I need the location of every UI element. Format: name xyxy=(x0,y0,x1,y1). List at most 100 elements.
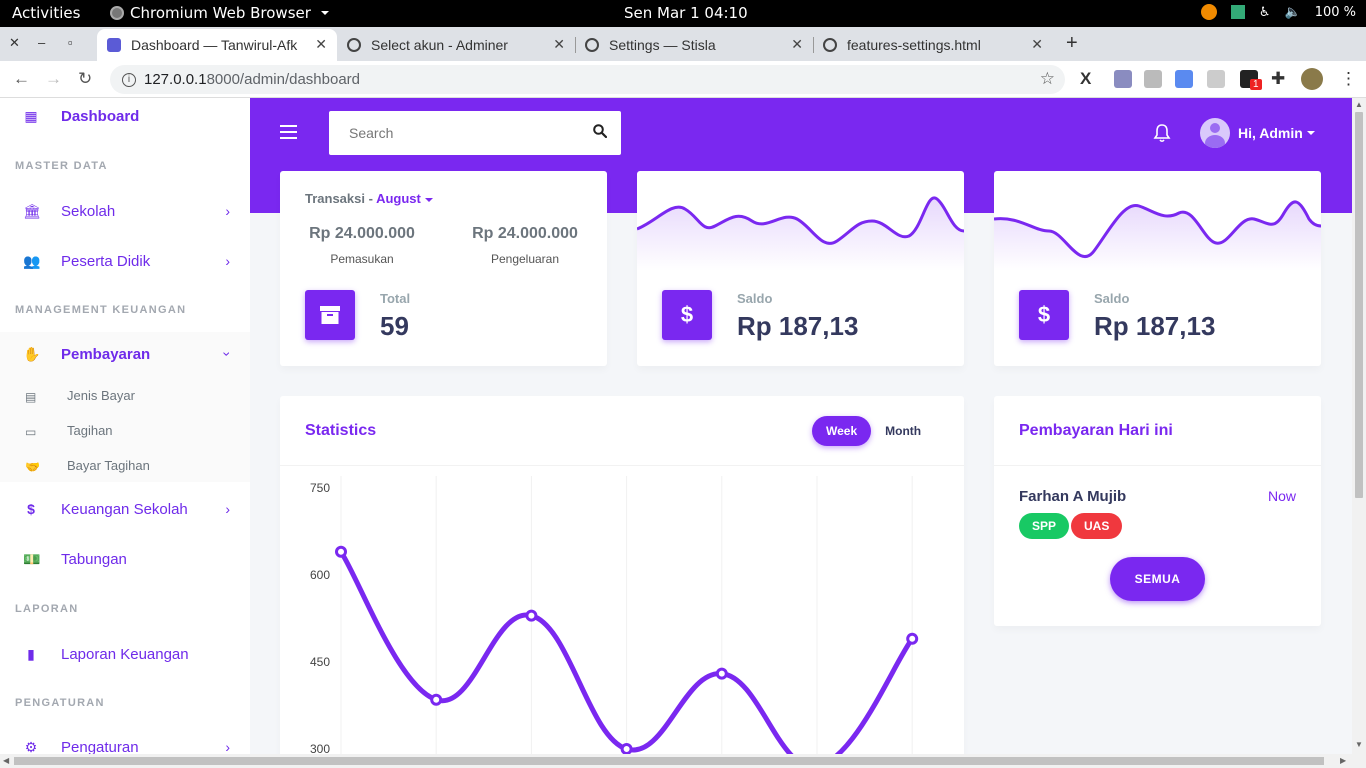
tab-title: Dashboard — Tanwirul-Afk xyxy=(131,37,298,53)
pembayaran-title: Pembayaran Hari ini xyxy=(1019,422,1173,439)
payer-name: Farhan A Mujib xyxy=(1019,488,1127,505)
pembayaran-hari-ini-card: Pembayaran Hari ini Farhan A Mujib Now S… xyxy=(994,396,1321,626)
scroll-left-arrow-icon[interactable]: ◀ xyxy=(3,756,9,765)
chart-data-point[interactable] xyxy=(715,667,728,680)
period-toggle: Week Month xyxy=(812,416,935,446)
accessibility-icon[interactable]: ♿ xyxy=(1259,5,1271,20)
tab-adminer[interactable]: Select akun - Adminer ✕ xyxy=(337,29,575,61)
sidebar-item-label: Laporan Keuangan xyxy=(61,645,189,663)
tab-stisla-settings[interactable]: Settings — Stisla ✕ xyxy=(575,29,813,61)
horizontal-scrollbar[interactable]: ◀ ▶ xyxy=(0,754,1366,768)
volume-icon[interactable]: 🔈 xyxy=(1285,5,1301,20)
total-label: Total xyxy=(380,291,411,306)
forward-arrow-icon[interactable]: → xyxy=(45,69,62,89)
media-play-icon[interactable] xyxy=(1200,4,1217,20)
dashboard-grid-icon: ▦ xyxy=(24,108,38,124)
sidebar-subitem-label: Tagihan xyxy=(67,423,113,438)
card-divider xyxy=(994,465,1321,466)
chart-data-point[interactable] xyxy=(525,609,538,622)
close-window-icon[interactable]: ✕ xyxy=(9,35,20,51)
sidebar-item-peserta-didik[interactable]: 👥 Peserta Didik › xyxy=(0,239,250,283)
payment-time: Now xyxy=(1267,488,1296,504)
back-arrow-icon[interactable]: ← xyxy=(13,69,30,89)
camera-extension-icon[interactable] xyxy=(1144,70,1162,88)
close-tab-icon[interactable]: ✕ xyxy=(553,36,565,53)
chart-data-point[interactable] xyxy=(335,545,347,558)
battery-label[interactable]: 100 % xyxy=(1315,5,1356,20)
users-icon: 👥 xyxy=(23,253,41,269)
vertical-scroll-thumb[interactable] xyxy=(1355,112,1363,498)
search-icon[interactable] xyxy=(593,124,607,138)
chevron-down-icon xyxy=(320,11,329,15)
color-picker-extension-icon[interactable] xyxy=(1114,70,1132,88)
archive-icon-box xyxy=(305,290,355,340)
sidebar-subitem-tagihan[interactable]: ▭ Tagihan xyxy=(0,413,250,448)
sidebar-item-tabungan[interactable]: 💵 Tabungan xyxy=(0,537,250,581)
vertical-scrollbar[interactable]: ▲ ▼ xyxy=(1352,98,1366,754)
close-tab-icon[interactable]: ✕ xyxy=(791,36,803,53)
sidebar-item-sekolah[interactable]: 🏛 Sekolah › xyxy=(0,189,250,233)
sidebar-item-label: Peserta Didik xyxy=(61,252,151,270)
tab-dashboard[interactable]: Dashboard — Tanwirul-Afk ✕ xyxy=(97,29,337,61)
scroll-up-arrow-icon[interactable]: ▲ xyxy=(1355,100,1363,109)
user-dropdown[interactable]: Hi, Admin xyxy=(1200,118,1315,148)
tab-features-settings[interactable]: features-settings.html ✕ xyxy=(813,29,1053,61)
user-greeting: Hi, Admin xyxy=(1238,125,1303,141)
translate-extension-icon[interactable] xyxy=(1175,70,1193,88)
menu-header-pengaturan: PENGATURAN xyxy=(15,697,105,709)
sidebar-item-laporan-keuangan[interactable]: ▮ Laporan Keuangan xyxy=(0,632,250,676)
menu-header-laporan: LAPORAN xyxy=(15,603,79,615)
month-dropdown[interactable]: August xyxy=(376,191,433,206)
puzzle-extensions-icon[interactable]: ✚ xyxy=(1271,69,1285,89)
search-input[interactable] xyxy=(349,125,569,141)
sidebar-item-pembayaran[interactable]: ✋ Pembayaran › xyxy=(0,332,250,376)
activities-button[interactable]: Activities xyxy=(12,4,80,22)
chart-data-point[interactable] xyxy=(906,632,919,645)
statistics-title: Statistics xyxy=(305,422,377,439)
bell-icon[interactable] xyxy=(1153,123,1171,143)
x-extension-icon[interactable]: X xyxy=(1080,69,1091,89)
profile-avatar[interactable] xyxy=(1301,68,1323,90)
maximize-window-icon[interactable]: ▫ xyxy=(68,35,73,50)
pengeluaran-label: Pengeluaran xyxy=(490,252,560,266)
transaksi-title: Transaksi - August xyxy=(305,191,433,206)
pengeluaran-value: Rp 24.000.000 xyxy=(472,225,578,242)
main-content: Hi, Admin Transaksi - August Rp 24.000.0… xyxy=(250,98,1352,754)
statistics-line-chart: 750 600 450 300 xyxy=(310,476,919,754)
bookmark-star-icon[interactable]: ☆ xyxy=(1040,69,1055,89)
hand-holding-money-icon: ✋ xyxy=(23,346,41,362)
clock[interactable]: Sen Mar 1 04:10 xyxy=(624,4,748,22)
month-button[interactable]: Month xyxy=(871,416,935,446)
chart-data-point[interactable] xyxy=(430,693,443,706)
sidebar-item-pengaturan[interactable]: ⚙ Pengaturan › xyxy=(0,725,250,755)
week-button[interactable]: Week xyxy=(812,416,872,446)
globe-icon xyxy=(585,38,599,52)
hamburger-menu-icon[interactable] xyxy=(280,125,297,143)
new-tab-button[interactable]: + xyxy=(1066,32,1078,55)
minimize-window-icon[interactable]: – xyxy=(38,35,45,50)
sidebar-subitem-bayar-tagihan[interactable]: 🤝 Bayar Tagihan xyxy=(0,448,250,483)
money-bill-icon: 💵 xyxy=(23,551,41,567)
scroll-right-arrow-icon[interactable]: ▶ xyxy=(1340,756,1346,765)
saldo-value: Rp 187,13 xyxy=(1094,311,1216,341)
screen-icon[interactable] xyxy=(1230,5,1245,19)
info-icon[interactable]: i xyxy=(122,72,136,87)
system-tray[interactable]: ♿ 🔈 100 % xyxy=(1200,4,1356,20)
browser-menu-icon[interactable]: ⋮ xyxy=(1340,69,1357,89)
reload-icon[interactable]: ↻ xyxy=(78,69,92,89)
shield-extension-icon[interactable] xyxy=(1207,70,1225,88)
close-tab-icon[interactable]: ✕ xyxy=(1031,36,1043,53)
semua-button[interactable]: SEMUA xyxy=(1110,557,1205,601)
sidebar-subitem-label: Jenis Bayar xyxy=(67,388,135,403)
sidebar-subitem-jenis-bayar[interactable]: ▤ Jenis Bayar xyxy=(0,378,250,413)
sidebar-item-dashboard[interactable]: ▦ Dashboard xyxy=(0,98,250,138)
horizontal-scroll-thumb[interactable] xyxy=(14,757,1324,765)
close-tab-icon[interactable]: ✕ xyxy=(315,36,327,53)
scroll-down-arrow-icon[interactable]: ▼ xyxy=(1355,740,1363,749)
app-menu[interactable]: Chromium Web Browser xyxy=(110,4,329,22)
address-bar[interactable]: i 127.0.0.1 8000/admin/dashboard ☆ xyxy=(110,65,1065,94)
book-icon: ▮ xyxy=(27,646,35,662)
sidebar-item-keuangan-sekolah[interactable]: $ Keuangan Sekolah › xyxy=(0,487,250,531)
y-tick-label: 300 xyxy=(310,742,330,754)
chart-data-point[interactable] xyxy=(620,743,633,754)
